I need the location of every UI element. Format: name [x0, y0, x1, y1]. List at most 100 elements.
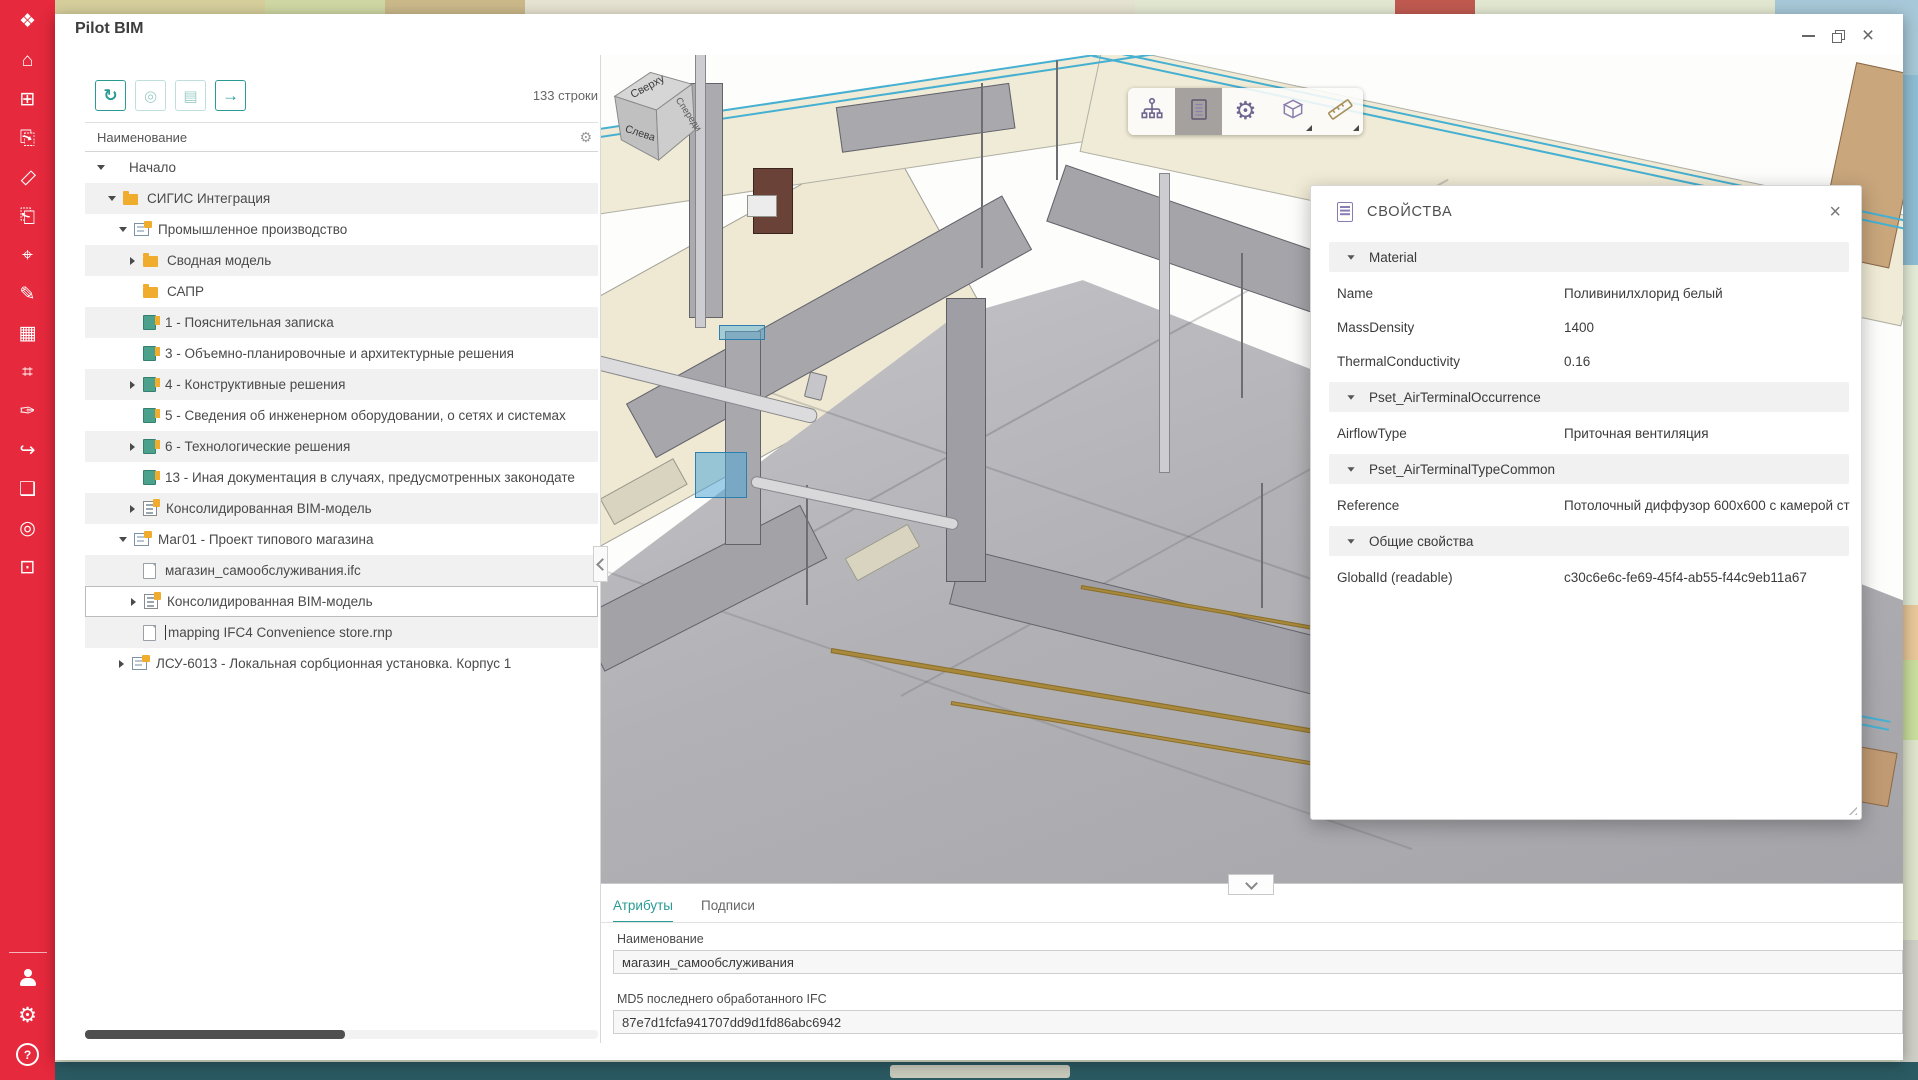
- expand-arrow-icon[interactable]: [119, 227, 127, 232]
- tree-row[interactable]: Начало: [85, 152, 598, 183]
- tree-row-label: СИГИС Интеграция: [147, 191, 270, 206]
- layers-icon[interactable]: ❖: [0, 2, 55, 41]
- property-section[interactable]: Общие свойства: [1329, 526, 1849, 556]
- structure-button[interactable]: [1128, 88, 1175, 135]
- tree-row-label: САПР: [167, 284, 204, 299]
- tree-row-label: 13 - Иная документация в случаях, предус…: [165, 470, 575, 485]
- ruler-icon[interactable]: ▭: [0, 158, 55, 197]
- navigation-cube[interactable]: Сверху Слева Спереди: [607, 60, 707, 177]
- row-count-label: 133 строки: [400, 88, 598, 103]
- home-search-icon[interactable]: ⌂: [0, 41, 55, 80]
- measure-button[interactable]: [1316, 88, 1363, 135]
- field-input[interactable]: [613, 1010, 1903, 1034]
- screenshot-icon[interactable]: ⌗: [0, 353, 55, 392]
- brush-icon[interactable]: ✑: [0, 392, 55, 431]
- help-icon: ?: [16, 1043, 39, 1066]
- tree-row[interactable]: Сводная модель: [85, 245, 598, 276]
- map-edit-icon[interactable]: ✎: [0, 275, 55, 314]
- tree-row[interactable]: 3 - Объемно-планировочные и архитектурны…: [85, 338, 598, 369]
- collapse-arrow-icon[interactable]: [130, 443, 135, 451]
- comments-icon[interactable]: ❑: [0, 470, 55, 509]
- expand-arrow-icon[interactable]: [97, 165, 105, 170]
- splitter-collapse-button[interactable]: [593, 546, 608, 582]
- app-sidebar: ❖⌂ ⊞ ⎘▭ ⎗ ⌖✎▦⌗✑ ↪ ❑ ◎⊡ ⚙?: [0, 0, 55, 1080]
- tree-row[interactable]: 1 - Пояснительная записка: [85, 307, 598, 338]
- tree-row[interactable]: 5 - Сведения об инженерном оборудовании,…: [85, 400, 598, 431]
- expand-arrow-icon[interactable]: [119, 537, 127, 542]
- tree-row-label: Сводная модель: [167, 253, 271, 268]
- document-upload-icon[interactable]: ⎗: [0, 197, 55, 236]
- field-input[interactable]: [613, 950, 1903, 974]
- bim-icon: [144, 594, 158, 609]
- bottom-panel-collapse-button[interactable]: [1228, 874, 1274, 895]
- location-pin-icon[interactable]: ◎: [0, 509, 55, 548]
- property-value: Приточная вентиляция: [1564, 426, 1861, 441]
- properties-close-icon[interactable]: ×: [1829, 202, 1841, 222]
- tree-row[interactable]: Консолидированная BIM-модель: [85, 493, 598, 524]
- settings-button[interactable]: ⚙: [1222, 88, 1269, 135]
- expand-arrow-icon[interactable]: [108, 196, 116, 201]
- video-pin-icon[interactable]: ⌖: [0, 236, 55, 275]
- document-export-icon: ↪: [20, 441, 36, 460]
- geo-pin-button[interactable]: ◎: [135, 80, 166, 111]
- tree-row[interactable]: 4 - Конструктивные решения: [85, 369, 598, 400]
- properties-button[interactable]: [1175, 88, 1222, 135]
- tree-row[interactable]: САПР: [85, 276, 598, 307]
- minimize-button[interactable]: [1793, 23, 1823, 49]
- restore-button[interactable]: [1823, 23, 1853, 49]
- section-collapse-icon: [1347, 255, 1354, 260]
- resize-grip[interactable]: [1845, 803, 1857, 815]
- property-section[interactable]: Pset_AirTerminalOccurrence: [1329, 382, 1849, 412]
- document-upload-icon: ⎗: [20, 207, 35, 226]
- project-tree: Начало СИГИС Интеграция Промышленное произ…: [85, 152, 598, 679]
- tree-column-header: Наименование ⚙: [85, 122, 598, 152]
- tree-row[interactable]: 6 - Технологические решения: [85, 431, 598, 462]
- collapse-arrow-icon[interactable]: [130, 257, 135, 265]
- selection-highlight: [695, 452, 747, 498]
- minimize-icon: [1802, 35, 1815, 37]
- view-cube-button[interactable]: [1269, 88, 1316, 135]
- model-button[interactable]: ▤: [175, 80, 206, 111]
- property-label: GlobalId (readable): [1337, 570, 1564, 585]
- tree-row[interactable]: Консолидированная BIM-модель: [85, 586, 598, 617]
- collapse-arrow-icon[interactable]: [119, 660, 124, 668]
- tree-row[interactable]: СИГИС Интеграция: [85, 183, 598, 214]
- property-row: MassDensity1400: [1311, 310, 1861, 344]
- table-star-icon[interactable]: ⊞: [0, 80, 55, 119]
- user-icon[interactable]: [0, 957, 55, 996]
- comments-icon: ❑: [19, 480, 36, 499]
- tree-row[interactable]: ЛСУ-6013 - Локальная сорбционная установ…: [85, 648, 598, 679]
- viewport-toolbar: ⚙: [1128, 88, 1363, 135]
- blocks-icon[interactable]: ▦: [0, 314, 55, 353]
- tree-row[interactable]: 13 - Иная документация в случаях, предус…: [85, 462, 598, 493]
- tree-row[interactable]: магазин_самообслуживания.ifc: [85, 555, 598, 586]
- tree-row[interactable]: mapping IFC4 Convenience store.rnp: [85, 617, 598, 648]
- window-title: Pilot BIM: [75, 20, 143, 38]
- table-star-icon: ⊞: [20, 90, 36, 109]
- tree-hscrollbar-thumb[interactable]: [85, 1030, 345, 1039]
- settings-icon[interactable]: ⚙: [0, 996, 55, 1035]
- go-forward-button[interactable]: →: [215, 80, 246, 111]
- rod: [1261, 483, 1263, 608]
- column-header-label: Наименование: [97, 130, 187, 145]
- documents-icon[interactable]: ⎘: [0, 119, 55, 158]
- tree-row[interactable]: Маг01 - Проект типового магазина: [85, 524, 598, 555]
- help-icon[interactable]: ?: [0, 1035, 55, 1074]
- document-export-icon[interactable]: ↪: [0, 431, 55, 470]
- close-button[interactable]: ×: [1853, 23, 1883, 49]
- collapse-arrow-icon[interactable]: [131, 598, 136, 606]
- collapse-arrow-icon[interactable]: [130, 505, 135, 513]
- section-name: Общие свойства: [1369, 534, 1473, 549]
- refresh-button[interactable]: ↻: [95, 80, 126, 111]
- tab-inactive[interactable]: Подписи: [701, 892, 755, 923]
- collapse-arrow-icon[interactable]: [130, 381, 135, 389]
- property-section[interactable]: Pset_AirTerminalTypeCommon: [1329, 454, 1849, 484]
- camera-location-icon[interactable]: ⊡: [0, 548, 55, 587]
- tab-active[interactable]: Атрибуты: [613, 892, 673, 923]
- column-settings-gear-icon[interactable]: ⚙: [579, 129, 592, 146]
- tree-row[interactable]: Промышленное производство: [85, 214, 598, 245]
- property-section[interactable]: Material: [1329, 242, 1849, 272]
- section-name: Pset_AirTerminalTypeCommon: [1369, 462, 1555, 477]
- text-cursor: [165, 625, 166, 640]
- project-icon: [132, 657, 147, 670]
